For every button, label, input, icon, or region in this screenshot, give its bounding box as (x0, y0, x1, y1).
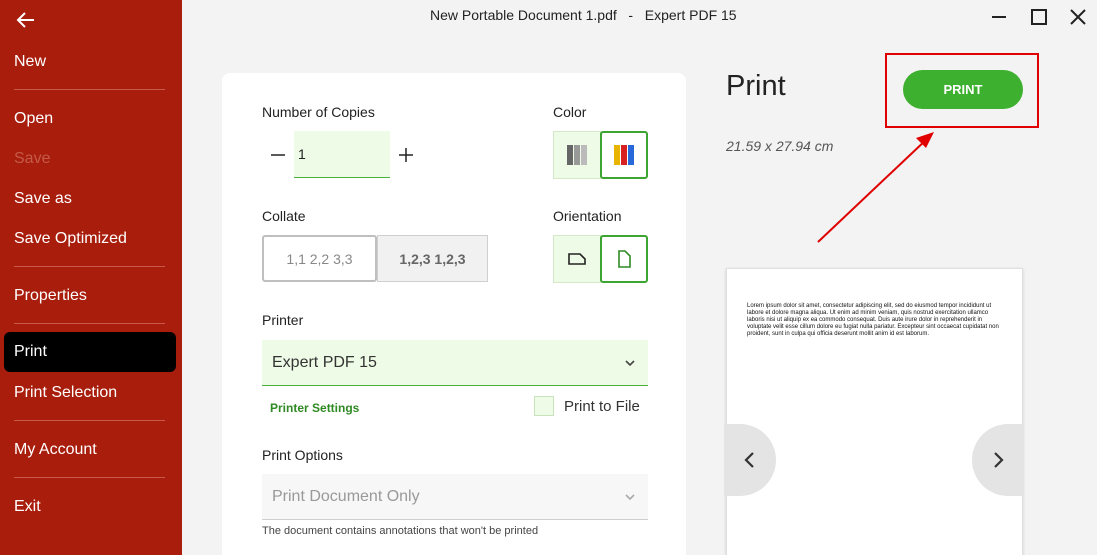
copies-input[interactable] (294, 131, 390, 178)
landscape-toggle[interactable] (553, 235, 601, 283)
print-options-label: Print Options (262, 447, 343, 463)
orientation-label: Orientation (553, 208, 622, 224)
print-options-select[interactable]: Print Document Only (262, 474, 648, 520)
sidebar-item-new[interactable]: New (14, 53, 46, 71)
decrement-icon[interactable] (268, 145, 288, 165)
chevron-down-icon (625, 494, 635, 501)
print-to-file-checkbox[interactable] (534, 396, 554, 416)
increment-icon[interactable] (396, 145, 416, 165)
grayscale-icon (567, 145, 587, 165)
print-to-file-label: Print to File (564, 398, 640, 415)
sidebar-item-save: Save (14, 150, 51, 167)
annotation-arrow (817, 132, 934, 243)
sidebar-item-properties[interactable]: Properties (14, 287, 87, 305)
sidebar-divider (14, 89, 165, 90)
sidebar-item-print-selection[interactable]: Print Selection (14, 384, 117, 402)
color-bars-icon (614, 145, 634, 165)
portrait-page-icon (618, 250, 631, 268)
sidebar-divider (14, 420, 165, 421)
portrait-toggle[interactable] (600, 235, 648, 283)
grayscale-toggle[interactable] (553, 131, 601, 179)
print-settings-card: Number of Copies Color Collate 1,1 2,2 3… (222, 73, 686, 555)
chevron-right-icon (994, 452, 1004, 468)
printer-settings-link[interactable]: Printer Settings (270, 401, 359, 415)
printer-select-value: Expert PDF 15 (272, 353, 377, 371)
annotations-note: The document contains annotations that w… (262, 525, 539, 537)
sidebar-item-save-optimized[interactable]: Save Optimized (14, 230, 127, 248)
printer-label: Printer (262, 312, 304, 328)
color-label: Color (553, 104, 587, 120)
sidebar: New Open Save Save as Save Optimized Pro… (0, 0, 182, 555)
sidebar-item-my-account[interactable]: My Account (14, 441, 97, 459)
printer-select[interactable]: Expert PDF 15 (262, 340, 648, 386)
print-options-value: Print Document Only (272, 487, 420, 505)
chevron-left-icon (744, 452, 754, 468)
close-icon[interactable] (1067, 6, 1089, 28)
page-preview: Lorem ipsum dolor sit amet, consectetur … (726, 268, 1023, 555)
color-toggle[interactable] (600, 131, 648, 179)
print-button[interactable]: PRINT (903, 70, 1023, 109)
landscape-page-icon (568, 253, 586, 265)
minimize-icon[interactable] (988, 6, 1010, 28)
sidebar-divider (14, 323, 165, 324)
collate-label: Collate (262, 208, 306, 224)
sidebar-item-exit[interactable]: Exit (14, 498, 41, 516)
maximize-icon[interactable] (1028, 6, 1050, 28)
back-arrow-icon[interactable] (14, 8, 38, 32)
sidebar-divider (14, 477, 165, 478)
copies-label: Number of Copies (262, 104, 375, 120)
collate-option-collated[interactable]: 1,2,3 1,2,3 (377, 235, 488, 282)
preview-page-text: Lorem ipsum dolor sit amet, consectetur … (747, 303, 999, 337)
sidebar-divider (14, 266, 165, 267)
chevron-down-icon (625, 360, 635, 367)
sidebar-item-open[interactable]: Open (14, 110, 53, 128)
page-title: Print (726, 70, 786, 102)
window-title: New Portable Document 1.pdf - Expert PDF… (430, 7, 737, 23)
sidebar-item-save-as[interactable]: Save as (14, 190, 72, 208)
title-bar: New Portable Document 1.pdf - Expert PDF… (182, 0, 1097, 32)
sidebar-item-print[interactable]: Print (4, 332, 176, 372)
collate-option-uncollated[interactable]: 1,1 2,2 3,3 (262, 235, 377, 282)
